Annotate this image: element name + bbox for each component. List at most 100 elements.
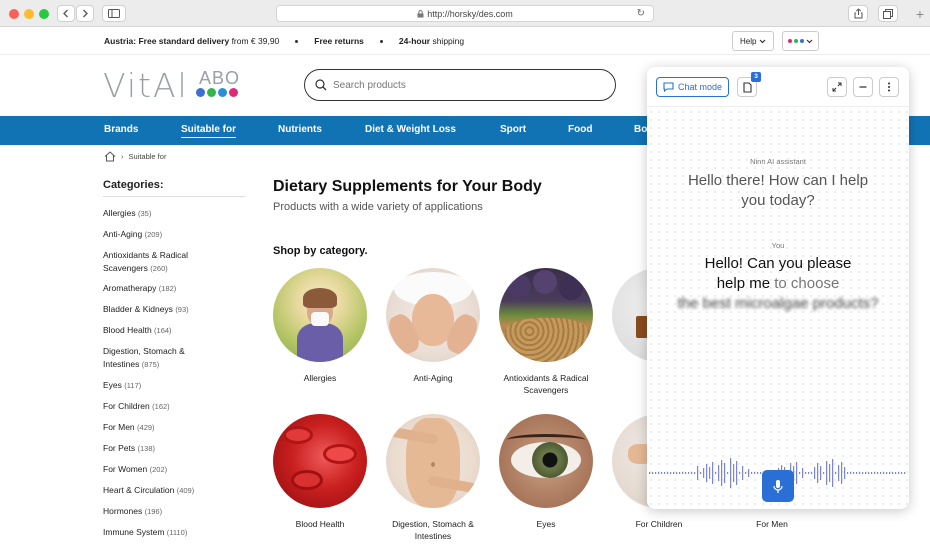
waveform-bar [859,472,861,474]
forward-button[interactable] [76,5,94,22]
category-count: (1110) [166,528,188,537]
category-image [273,414,367,508]
category-tile-allergies[interactable]: Allergies [265,268,375,384]
category-link[interactable]: For Women (202) [103,463,253,476]
divider [103,196,245,197]
microphone-button[interactable] [762,470,794,502]
waveform-bar [847,472,849,474]
search-input[interactable] [333,79,593,91]
search-icon[interactable] [315,79,327,91]
category-count: (182) [158,284,177,293]
category-link[interactable]: Eyes (117) [103,379,253,392]
minimize-window-button[interactable] [24,9,34,19]
category-link[interactable]: Heart & Circulation (409) [103,484,253,497]
site-logo[interactable]: VitAl ABO [103,66,243,105]
waveform-bar [835,472,837,474]
waveform-bar [667,472,669,474]
category-link[interactable]: Digestion, Stomach & Intestines (875) [103,345,215,371]
new-tab-button[interactable]: + [910,5,930,25]
category-tile-antioxidants[interactable]: Antioxidants & Radical Scavengers [491,268,601,396]
separator-dot [295,39,299,43]
waveform-bar [736,461,738,485]
category-link[interactable]: Anti-Aging (209) [103,228,253,241]
waveform-bar [901,472,903,474]
category-link[interactable]: Bladder & Kidneys (93) [103,303,253,316]
category-link-label: Allergies [103,208,136,218]
waveform-bar [808,472,810,474]
more-options-button[interactable] [879,77,899,97]
nav-item-nutrients[interactable]: Nutrients [278,124,322,135]
nav-item-suitable-for[interactable]: Suitable for [181,124,237,138]
sidebar-toggle-button[interactable] [102,5,126,22]
waveform-bar [676,472,678,474]
waveform-bar [895,472,897,474]
nav-item-diet-weight-loss[interactable]: Diet & Weight Loss [365,124,456,135]
logo-dot [196,88,205,97]
category-count: (117) [124,381,142,390]
category-link[interactable]: For Men (429) [103,421,253,434]
share-icon [854,8,862,19]
category-label: Digestion, Stomach & Intestines [392,519,474,541]
category-count: (202) [149,465,168,474]
category-link-label: For Men [103,422,135,432]
category-label: Allergies [303,373,337,383]
category-tile-digestion[interactable]: Digestion, Stomach & Intestines [378,414,488,542]
browser-toolbar: http://horsky/des.com ↻ + [0,0,930,27]
close-window-button[interactable] [9,9,19,19]
category-count: (260) [150,264,168,273]
category-link-label: Anti-Aging [103,229,143,239]
user-message-line: help me to choose [647,274,909,294]
category-link[interactable]: For Children (162) [103,400,253,413]
language-dropdown[interactable] [782,31,819,51]
category-tile-anti-aging[interactable]: Anti-Aging [378,268,488,384]
category-link[interactable]: For Pets (138) [103,442,253,455]
delivery-info: Austria: Free standard delivery from € 3… [104,36,280,46]
category-link[interactable]: Blood Health (164) [103,324,253,337]
category-count: (138) [137,444,156,453]
waveform-bar [697,466,699,480]
category-link[interactable]: Hormones (196) [103,505,253,518]
category-tile-blood-health[interactable]: Blood Health [265,414,375,530]
back-button[interactable] [57,5,75,22]
category-image [386,268,480,362]
share-button[interactable] [848,5,868,22]
reload-icon[interactable]: ↻ [637,8,645,19]
home-icon[interactable] [104,151,116,162]
category-link[interactable]: Aromatherapy (182) [103,282,253,295]
waveform-bar [754,472,756,474]
category-link[interactable]: Antioxidants & Radical Scavengers (260) [103,249,215,275]
address-bar[interactable]: http://horsky/des.com ↻ [276,5,654,22]
help-dropdown[interactable]: Help [732,31,775,51]
nav-item-food[interactable]: Food [568,124,592,135]
waveform-bar [805,472,807,474]
assistant-message: Hello there! How can I help you today? [687,172,869,209]
expand-button[interactable] [827,77,847,97]
tabs-overview-button[interactable] [878,5,898,22]
category-link-label: Bladder & Kidneys [103,304,173,314]
waveform-bar [871,472,873,474]
minimize-chat-button[interactable] [853,77,873,97]
waveform-bar [802,468,804,478]
nav-item-brands[interactable]: Brands [104,124,138,135]
category-link-label: For Women [103,464,148,474]
chat-mode-button[interactable]: Chat mode [656,77,730,97]
category-link[interactable]: Immune System (1110) [103,526,253,539]
category-tile-eyes[interactable]: Eyes [491,414,601,530]
category-count: (209) [144,230,163,239]
zoom-window-button[interactable] [39,9,49,19]
waveform-bar [868,472,870,474]
category-link[interactable]: Allergies (35) [103,207,253,220]
waveform-bar [703,468,705,478]
category-count: (35) [137,209,152,218]
more-vertical-icon [888,82,890,92]
category-label: Anti-Aging [413,373,453,383]
category-label: For Men [756,519,788,529]
breadcrumb-current: Suitable for [128,152,167,161]
nav-item-sport[interactable]: Sport [500,124,526,135]
chevron-down-icon [760,39,766,43]
waveform-bar [649,472,651,474]
waveform-bar [841,462,843,484]
waveform-bar [814,467,816,479]
nav-item-body[interactable]: Bo [634,124,647,135]
chat-mode-label: Chat mode [678,82,723,92]
